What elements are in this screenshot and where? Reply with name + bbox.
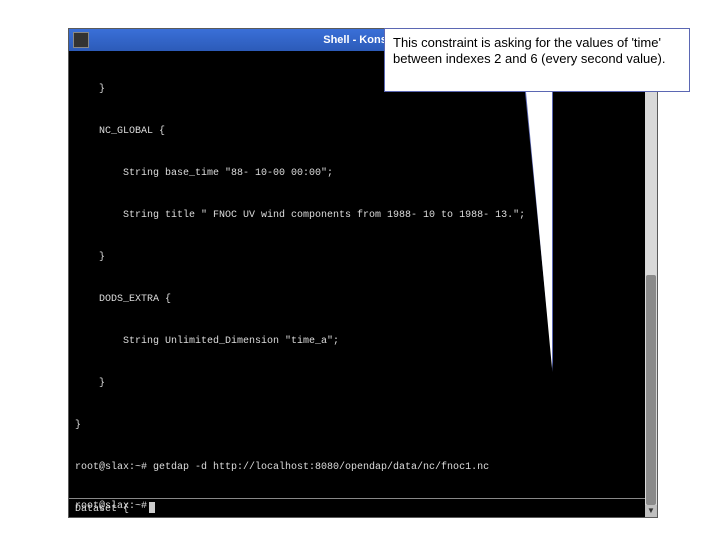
scrollbar-thumb[interactable] bbox=[646, 275, 656, 505]
prompt-text: root@slax:~# bbox=[75, 500, 147, 514]
annotation-callout: This constraint is asking for the values… bbox=[384, 28, 690, 92]
terminal-line: } bbox=[75, 419, 651, 433]
terminal-line: root@slax:~# getdap -d http://localhost:… bbox=[75, 461, 651, 475]
app-icon bbox=[73, 32, 89, 48]
terminal-line: NC_GLOBAL { bbox=[75, 125, 651, 139]
prompt-row[interactable]: root@slax:~# bbox=[75, 500, 651, 514]
terminal-line: } bbox=[75, 377, 651, 391]
terminal-line: String Unlimited_Dimension "time_a"; bbox=[75, 335, 651, 349]
terminal-line: String title " FNOC UV wind components f… bbox=[75, 209, 651, 223]
cursor-icon bbox=[149, 502, 155, 513]
terminal-line: String base_time "88- 10-00 00:00"; bbox=[75, 167, 651, 181]
callout-text: This constraint is asking for the values… bbox=[393, 35, 665, 66]
vertical-scrollbar[interactable]: ▲ ▼ bbox=[645, 51, 657, 517]
terminal-line: } bbox=[75, 251, 651, 265]
terminal-line: DODS_EXTRA { bbox=[75, 293, 651, 307]
terminal-output[interactable]: } NC_GLOBAL { String base_time "88- 10-0… bbox=[69, 51, 657, 517]
divider bbox=[69, 498, 657, 499]
terminal-window: Shell - Konsole <2> } NC_GLOBAL { String… bbox=[68, 28, 658, 518]
scroll-down-arrow-icon[interactable]: ▼ bbox=[645, 505, 657, 517]
